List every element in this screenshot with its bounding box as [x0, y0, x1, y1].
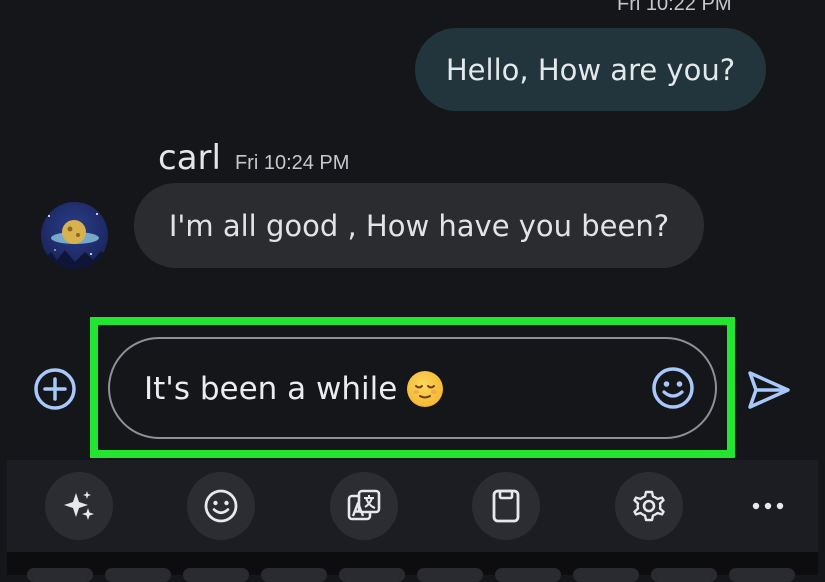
emoji-button[interactable]	[650, 365, 696, 411]
keyboard-keys-row	[7, 552, 818, 582]
keyboard-key[interactable]	[729, 568, 795, 582]
outgoing-message-bubble[interactable]: Hello, How are you?	[415, 28, 766, 111]
message-timestamp: Fri 10:22 PM	[617, 0, 732, 15]
more-options-button[interactable]	[745, 472, 791, 540]
keyboard-key[interactable]	[105, 568, 171, 582]
keyboard-key[interactable]	[495, 568, 561, 582]
avatar[interactable]	[41, 202, 108, 269]
clipboard-button[interactable]	[472, 472, 540, 540]
add-circle-icon	[34, 368, 76, 410]
ai-sparkle-button[interactable]	[45, 472, 113, 540]
keyboard-key[interactable]	[261, 568, 327, 582]
keyboard-toolbar	[7, 460, 818, 552]
emoji-icon	[204, 489, 238, 523]
outgoing-message-text: Hello, How are you?	[445, 52, 736, 87]
incoming-timestamp: Fri 10:24 PM	[234, 152, 350, 174]
message-input[interactable]: It's been a while	[144, 363, 624, 415]
message-input-text: It's been a while	[144, 371, 398, 407]
incoming-message-bubble[interactable]: I'm all good , How have you been?	[134, 183, 704, 268]
keyboard-key[interactable]	[573, 568, 639, 582]
keyboard-key[interactable]	[183, 568, 249, 582]
sparkle-icon	[64, 491, 94, 520]
emoji-icon	[652, 367, 694, 409]
emoji-keyboard-button[interactable]	[187, 472, 255, 540]
translate-button[interactable]	[330, 472, 398, 540]
keyboard-key[interactable]	[339, 568, 405, 582]
send-button[interactable]	[745, 368, 793, 412]
sender-name: carl	[158, 138, 221, 178]
clipboard-icon	[492, 489, 520, 523]
more-icon	[752, 502, 784, 510]
keyboard-key[interactable]	[27, 568, 93, 582]
avatar-image	[41, 213, 108, 269]
translate-icon	[347, 489, 381, 521]
incoming-message-text: I'm all good , How have you been?	[168, 208, 670, 243]
relieved-face-emoji	[407, 371, 444, 407]
add-attachment-button[interactable]	[33, 367, 77, 411]
settings-icon	[633, 490, 665, 522]
keyboard-settings-button[interactable]	[615, 472, 683, 540]
compose-field[interactable]: It's been a while	[108, 337, 717, 439]
keyboard-key[interactable]	[651, 568, 717, 582]
sender-header: carl Fri 10:24 PM	[158, 138, 349, 178]
send-icon	[748, 371, 790, 409]
keyboard-key[interactable]	[417, 568, 483, 582]
